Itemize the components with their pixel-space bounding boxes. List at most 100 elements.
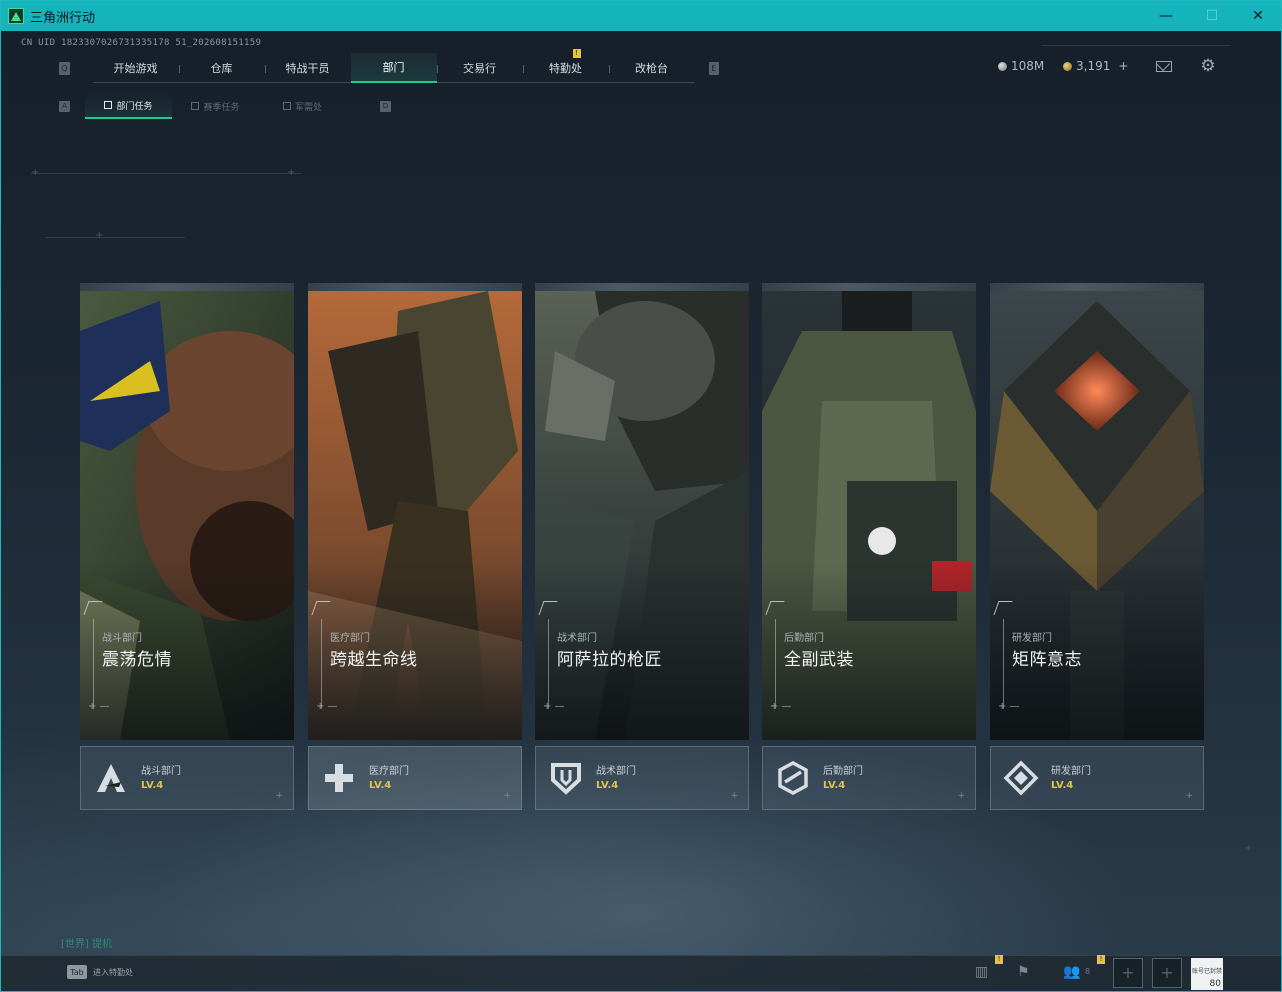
card-top-strip [990, 283, 1204, 291]
card-subtitle: 医疗部门 [330, 633, 370, 644]
card-subtitle: 研发部门 [1012, 633, 1052, 644]
gold-coin-icon [1063, 61, 1072, 71]
mail-icon[interactable] [1156, 61, 1172, 72]
card-artwork [80, 291, 294, 740]
nav-next-key-hint[interactable]: E [708, 61, 719, 75]
card-top-strip [762, 283, 976, 291]
title-bar[interactable]: 三角洲行动 — ☐ ✕ [1, 1, 1281, 31]
close-button[interactable]: ✕ [1235, 1, 1281, 31]
card-artwork [990, 291, 1204, 740]
subnav-next-key-hint[interactable]: D [380, 100, 391, 112]
card-subtitle: 后勤部门 [784, 633, 824, 644]
nav-tabs: 开始游戏 仓库 特战干员 部门 交易行 特勤处 ! 改枪台 [92, 49, 695, 83]
notification-badge: ! [995, 955, 1003, 964]
subnav-prev-key-hint[interactable]: A [59, 100, 70, 112]
nav-prev-key-hint[interactable]: Q [59, 61, 70, 75]
card-top-strip [535, 283, 749, 291]
stats-chart-icon[interactable]: ▥ [975, 964, 993, 980]
card-top-strip [80, 283, 294, 291]
department-card-tactical[interactable]: 战术部门 阿萨拉的枪匠 + — 战术部门 LV.4 + [535, 283, 749, 811]
tactical-shield-icon [551, 763, 581, 795]
footer-plus-mark: + [730, 791, 738, 801]
department-level: LV.4 [141, 780, 164, 791]
tab-label: 改枪台 [635, 62, 668, 75]
gold-currency: 3,191 + [1063, 59, 1128, 73]
tab-key-hint[interactable]: Tab [67, 965, 87, 979]
card-artwork [762, 291, 976, 740]
tab-label: 部门任务 [116, 101, 153, 112]
tab-special-ops[interactable]: 特勤处 ! [522, 49, 609, 83]
department-footer[interactable]: 战斗部门 LV.4 + [80, 746, 294, 810]
card-top-strip [308, 283, 522, 291]
party-slot-add[interactable]: + [1113, 958, 1143, 988]
add-currency-button[interactable]: + [1118, 59, 1128, 73]
deco-grid-line [31, 173, 301, 174]
chat-channel-label[interactable]: [世界] 提机 [61, 935, 112, 950]
tab-departments[interactable]: 部门 [350, 53, 437, 83]
medical-cross-icon [325, 764, 353, 792]
tab-label: 仓库 [210, 62, 233, 75]
department-footer[interactable]: 战术部门 LV.4 + [535, 746, 749, 810]
department-level: LV.4 [1051, 780, 1074, 791]
department-name: 医疗部门 [369, 766, 409, 777]
card-plus-mark: + — [316, 701, 338, 712]
card-title: 跨越生命线 [330, 650, 418, 670]
department-footer[interactable]: 医疗部门 LV.4 + [308, 746, 522, 810]
department-footer[interactable]: 研发部门 LV.4 + [990, 746, 1204, 810]
card-title: 阿萨拉的枪匠 [557, 650, 662, 670]
tab-department-tasks[interactable]: 部门任务 [85, 93, 172, 119]
window-title: 三角洲行动 [30, 10, 96, 26]
card-accent-line [775, 619, 776, 709]
footer-plus-mark: + [1185, 791, 1193, 801]
tab-label: 部门 [382, 61, 405, 74]
footer-plus-mark: + [503, 791, 511, 801]
department-footer[interactable]: 后勤部门 LV.4 + [762, 746, 976, 810]
notification-badge: ! [572, 49, 581, 58]
tab-gunsmith[interactable]: 改枪台 [608, 53, 695, 83]
department-level: LV.4 [596, 780, 619, 791]
tab-label: 特战干员 [285, 62, 330, 75]
department-card-combat[interactable]: 战斗部门 震荡危情 + — 战斗部门 LV.4 + [80, 283, 294, 811]
card-title: 矩阵意志 [1012, 650, 1082, 670]
maximize-button[interactable]: ☐ [1189, 1, 1235, 31]
window-controls: — ☐ ✕ [1143, 1, 1281, 31]
card-subtitle: 战术部门 [557, 633, 597, 644]
department-card-logistics[interactable]: 后勤部门 全副武装 + — 后勤部门 LV.4 + [762, 283, 976, 811]
friends-count: 8 [1085, 967, 1091, 976]
tab-season-tasks[interactable]: 赛季任务 [172, 93, 259, 119]
notification-badge: ! [1097, 955, 1105, 964]
avatar-caption: 账号已封禁 [1191, 968, 1222, 975]
minimize-button[interactable]: — [1143, 1, 1189, 31]
deco-grid-line [45, 237, 185, 238]
tab-label: 军需处 [294, 102, 322, 113]
avatar[interactable]: 账号已封禁 80 [1191, 958, 1223, 990]
gear-icon[interactable]: ⚙ [1200, 58, 1216, 75]
card-accent-line [1003, 619, 1004, 709]
card-artwork [535, 291, 749, 740]
tab-start-game[interactable]: 开始游戏 [93, 53, 179, 83]
gold-amount: 3,191 [1076, 59, 1111, 73]
sub-tabs: 部门任务 赛季任务 军需处 [85, 93, 346, 119]
department-name: 战斗部门 [141, 766, 181, 777]
tab-key-hint-label: 进入特勤处 [93, 968, 133, 977]
card-plus-mark: + — [88, 701, 110, 712]
tab-quartermaster[interactable]: 军需处 [259, 93, 346, 119]
player-uid: CN UID 1823307026731335178 51_2026081511… [21, 38, 262, 48]
party-slot-add[interactable]: + [1152, 958, 1182, 988]
tab-warehouse[interactable]: 仓库 [178, 53, 265, 83]
department-name: 研发部门 [1051, 766, 1091, 777]
tab-label: 交易行 [463, 62, 496, 75]
department-card-research[interactable]: 研发部门 矩阵意志 + — 研发部门 LV.4 + [990, 283, 1204, 811]
tab-market[interactable]: 交易行 [436, 53, 523, 83]
card-accent-line [321, 619, 322, 709]
tab-operators[interactable]: 特战干员 [264, 53, 351, 83]
flag-icon[interactable]: ⚑ [1017, 964, 1035, 980]
tab-label: 特勤处 [549, 62, 582, 75]
friends-icon[interactable]: 👥 [1063, 964, 1081, 980]
footer-plus-mark: + [275, 791, 283, 801]
combat-a-icon [97, 764, 125, 792]
season-icon [191, 102, 200, 110]
sub-nav: A 部门任务 赛季任务 军需处 D [59, 93, 391, 119]
silver-currency: 108M [998, 59, 1044, 73]
department-card-medical[interactable]: 医疗部门 跨越生命线 + — 医疗部门 LV.4 + [308, 283, 522, 811]
